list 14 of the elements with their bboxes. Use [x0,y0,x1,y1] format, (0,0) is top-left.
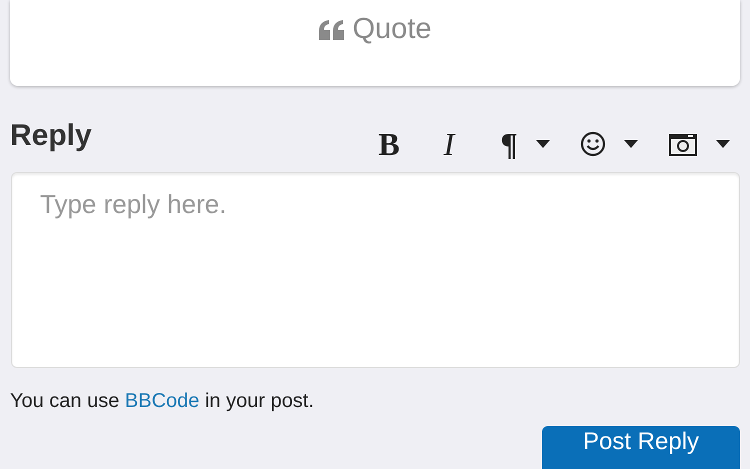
caret-icon[interactable] [716,140,730,148]
bold-button[interactable]: B [374,126,404,162]
quote-icon [318,20,344,40]
reply-heading: Reply [10,119,92,153]
help-text: You can use BBCode in your post. [10,390,315,413]
reply-field[interactable]: Type reply here. [11,172,740,368]
italic-button[interactable]: I [434,126,464,162]
paragraph-button[interactable]: ¶ [494,126,524,162]
bbcode-link[interactable]: BBCode [124,390,200,412]
smiley-icon[interactable] [580,131,606,157]
camera-icon[interactable] [668,131,698,157]
caret-icon[interactable] [536,140,550,148]
post-reply-button[interactable]: Post Reply [542,426,740,469]
caret-icon[interactable] [624,140,638,148]
